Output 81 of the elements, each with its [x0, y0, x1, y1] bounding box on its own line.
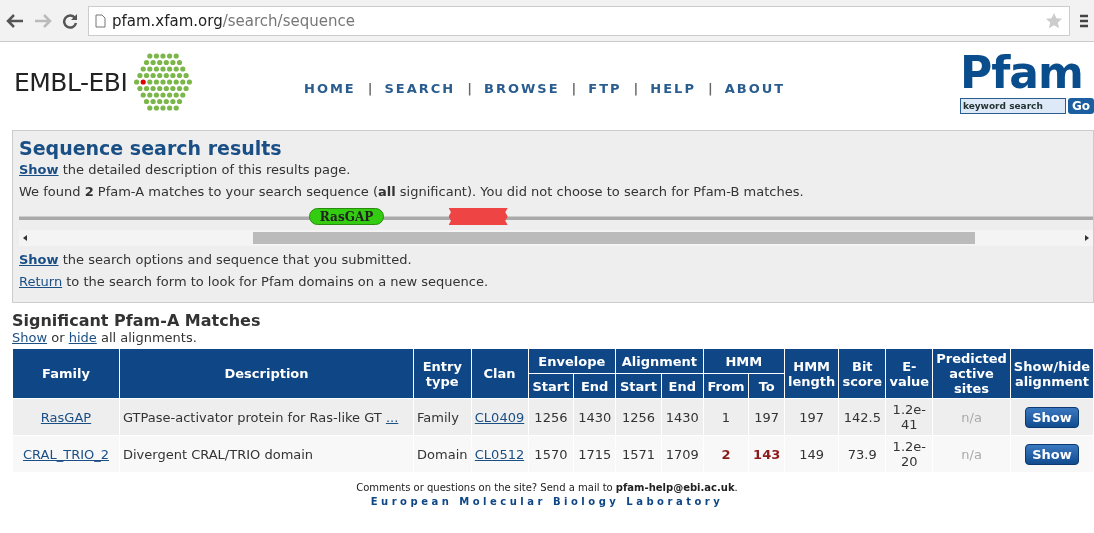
- back-icon[interactable]: [6, 12, 24, 29]
- column-header: Family: [12, 348, 120, 399]
- page-icon: [95, 13, 106, 28]
- url-host: pfam.xfam.org: [112, 11, 223, 30]
- column-header: Envelope: [528, 348, 616, 374]
- url-path: /search/sequence: [222, 11, 355, 30]
- matches-heading: Significant Pfam-A Matches: [12, 311, 262, 330]
- column-header: E-value: [885, 348, 933, 399]
- column-header: HMM length: [784, 348, 839, 399]
- table-cell: 1570: [534, 446, 568, 462]
- entry-type: Family: [417, 409, 459, 425]
- description-line: Show the detailed description of this results page.: [19, 162, 352, 177]
- column-header: Bit score: [838, 348, 886, 399]
- table-cell: 1.2e-20: [892, 439, 926, 469]
- link[interactable]: Return: [19, 274, 63, 289]
- table-cell: n/a: [961, 409, 982, 425]
- organization-name: European Molecular Biology Laboratory: [369, 495, 725, 509]
- more-link[interactable]: ...: [385, 409, 399, 425]
- column-header: Entry type: [413, 348, 471, 399]
- table-cell: 1709: [665, 446, 699, 462]
- reload-icon[interactable]: [62, 12, 78, 29]
- table-cell: 143: [753, 446, 781, 462]
- link[interactable]: Show: [19, 252, 59, 267]
- column-header: Show/hide alignment: [1010, 348, 1094, 399]
- show-link[interactable]: Show: [12, 330, 48, 345]
- nav-link[interactable]: ABOUT: [724, 81, 786, 96]
- results-heading: Sequence search results: [19, 137, 283, 159]
- table-cell: 2: [721, 446, 731, 462]
- site-logo[interactable]: Pfam: [959, 50, 1083, 96]
- star-icon[interactable]: [1045, 11, 1063, 30]
- column-header: Predicted active sites: [932, 348, 1011, 399]
- alignments-text: all alignments.: [100, 330, 197, 345]
- description-line: Show the search options and sequence that you submitted.: [19, 252, 413, 267]
- table-cell: n/a: [961, 446, 982, 462]
- table-cell: 197: [799, 409, 825, 425]
- address-bar[interactable]: pfam.xfam.org/search/sequence: [88, 5, 1070, 36]
- go-button[interactable]: Go: [1067, 98, 1094, 114]
- hide-link[interactable]: hide: [68, 330, 97, 345]
- table-cell: 1430: [665, 409, 699, 425]
- menu-icon[interactable]: [1080, 13, 1088, 28]
- nav-separator: |: [633, 81, 639, 96]
- nav-link[interactable]: HELP: [650, 81, 696, 96]
- table-cell: 1715: [578, 446, 612, 462]
- link[interactable]: Show: [19, 162, 59, 177]
- entry-type: Domain: [417, 446, 468, 462]
- description-text: Divergent CRAL/TRIO domain: [123, 446, 314, 462]
- nav-separator: |: [467, 81, 472, 96]
- column-header: Alignment: [615, 348, 704, 374]
- table-cell: 73.9: [847, 446, 877, 462]
- nav-separator: |: [707, 81, 713, 96]
- show-button[interactable]: Show: [1025, 406, 1079, 428]
- show-button[interactable]: Show: [1025, 443, 1079, 465]
- nav-separator: |: [367, 81, 373, 96]
- nav-link[interactable]: HOME: [304, 81, 356, 96]
- table-cell: 1256: [621, 409, 655, 425]
- table-cell: 149: [799, 446, 825, 462]
- domain-graphic[interactable]: [448, 208, 508, 225]
- table-cell: 1571: [621, 446, 655, 462]
- description-line: Return to the search form to look for Pfam domains on a new sequence.: [19, 274, 490, 289]
- table-cell: 1.2e-41: [892, 402, 926, 432]
- keyword-search-field[interactable]: keyword search: [959, 98, 1066, 114]
- column-header: Clan: [471, 348, 528, 399]
- table-cell: 1: [721, 409, 731, 425]
- nav-link[interactable]: SEARCH: [384, 81, 456, 96]
- description-line: We found 2 Pfam-A matches to your search sequence (all significant). You did not choose to search for Pfam-B matches.: [19, 184, 805, 199]
- or-text: or: [51, 330, 65, 345]
- footer-text: Comments or questions on the site? Send a mail to pfam-help@ebi.ac.uk.: [355, 481, 739, 495]
- nav-link[interactable]: BROWSE: [484, 81, 560, 96]
- nav-separator: |: [571, 81, 577, 96]
- table-cell: 1256: [534, 409, 568, 425]
- logo-text[interactable]: EMBL-EBI: [14, 67, 128, 97]
- horizontal-scrollbar[interactable]: [19, 230, 1093, 246]
- column-header: Description: [119, 348, 414, 399]
- table-cell: 142.5: [843, 409, 881, 425]
- table-cell: 1430: [578, 409, 612, 425]
- hexagon-dots-icon: [133, 52, 194, 112]
- column-header: HMM: [703, 348, 785, 374]
- domain-graphic[interactable]: RasGAP: [308, 208, 385, 225]
- description-text: GTPase-activator protein for Ras-like GT ...: [123, 409, 399, 425]
- nav-link[interactable]: FTP: [588, 81, 622, 96]
- table-cell: 197: [754, 409, 780, 425]
